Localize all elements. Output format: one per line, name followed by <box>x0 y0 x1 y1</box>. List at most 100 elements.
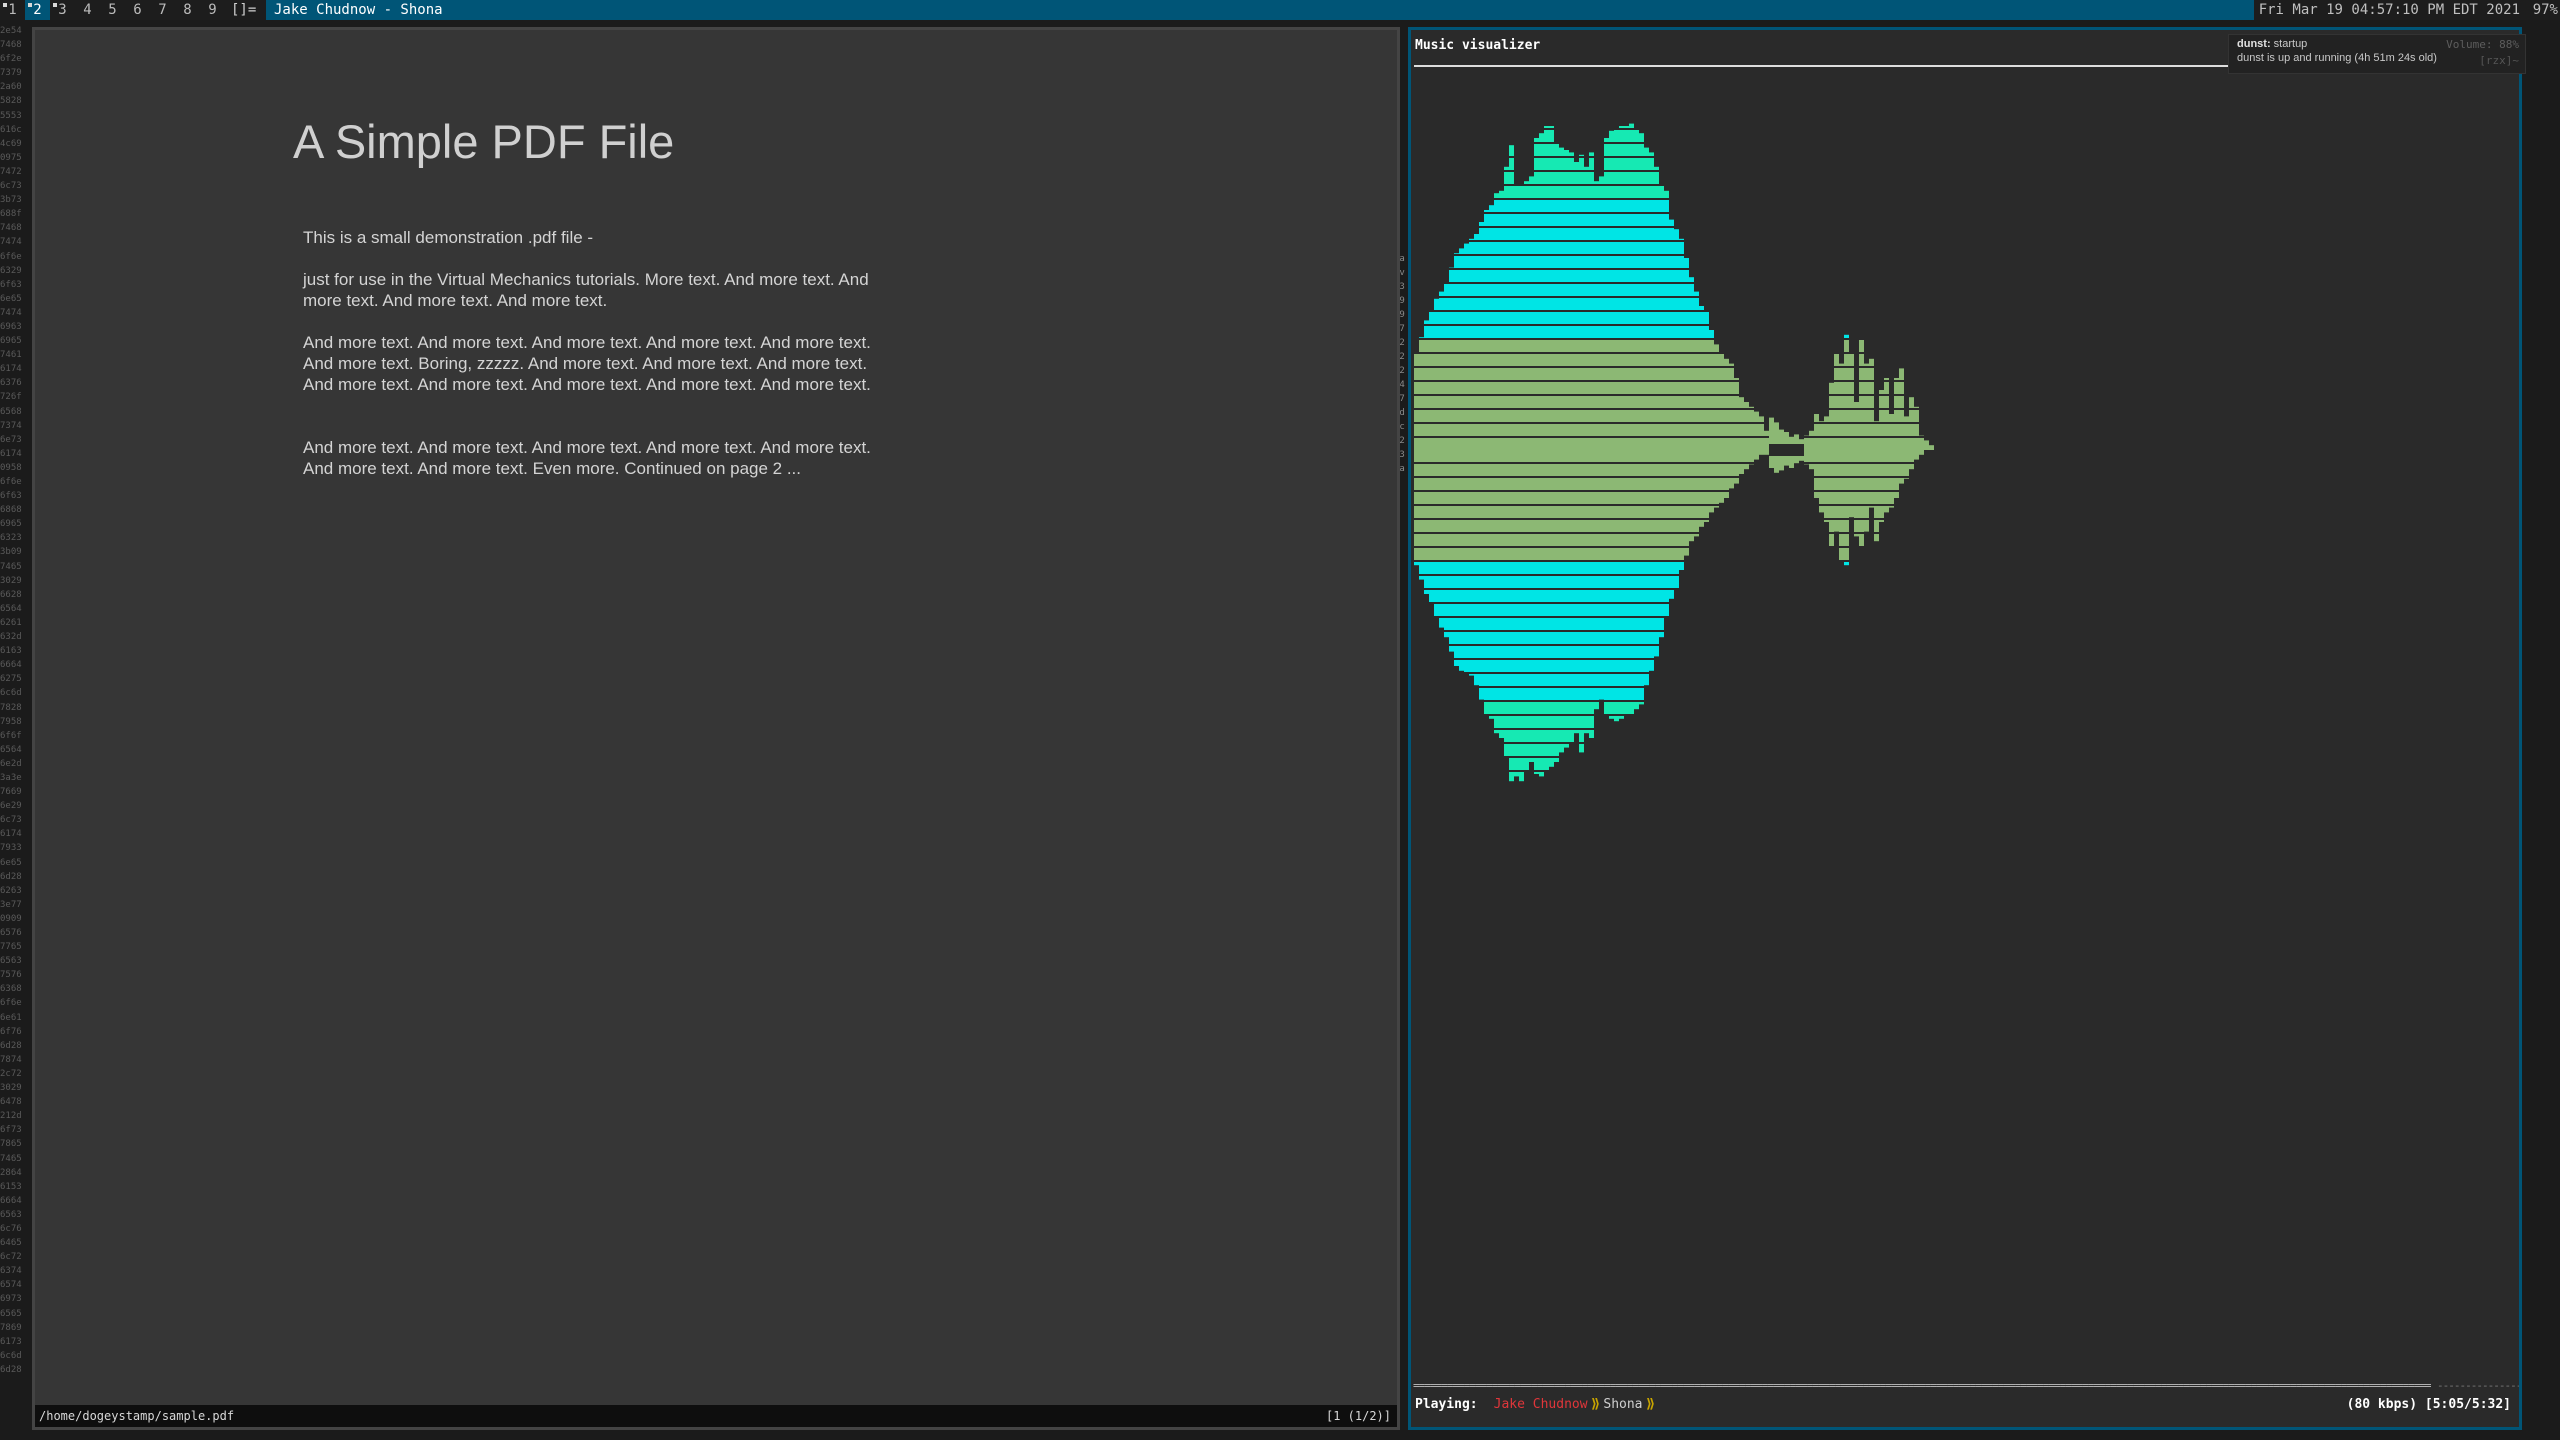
spectrum-bar <box>1624 298 1629 310</box>
tag-6[interactable]: 6 <box>125 0 150 20</box>
spectrum-bar <box>1644 410 1649 422</box>
spectrum-bar <box>1644 186 1649 198</box>
spectrum-bar <box>1539 312 1544 324</box>
spectrum-bar <box>1624 632 1629 644</box>
spectrum-bar <box>1519 716 1524 728</box>
spectrum-bar <box>1554 450 1559 462</box>
spectrum-bar <box>1669 382 1674 394</box>
spectrum-bar <box>1609 410 1614 422</box>
spectrum-bar <box>1699 340 1704 352</box>
spectrum-bar <box>1564 548 1569 560</box>
spectrum-bar <box>1894 478 1899 490</box>
spectrum-bar <box>1509 478 1514 490</box>
tag-1[interactable]: 1 <box>0 0 25 20</box>
spectrum-bar <box>1494 646 1499 658</box>
spectrum-bar <box>1484 312 1489 324</box>
spectrum-bar <box>1564 534 1569 546</box>
spectrum-bar <box>1654 492 1659 504</box>
spectrum-bar <box>1449 298 1454 310</box>
tag-2[interactable]: 2 <box>25 0 50 20</box>
spectrum-bar <box>1599 340 1604 352</box>
spectrum-bar <box>1614 688 1619 700</box>
spectrum-bar <box>1579 716 1584 728</box>
spectrum-bar <box>1554 730 1559 742</box>
spectrum-bar <box>1674 534 1679 546</box>
spectrum-bar <box>1579 450 1584 462</box>
spectrum-bar <box>1529 382 1534 394</box>
spectrum-bar <box>1704 520 1709 522</box>
playing-label: Playing: <box>1415 1397 1478 1412</box>
spectrum-bar <box>1849 368 1854 380</box>
spectrum-bar <box>1414 534 1419 546</box>
spectrum-bar <box>1599 228 1604 240</box>
spectrum-bar <box>1499 576 1504 588</box>
spectrum-bar <box>1629 172 1634 184</box>
notification-popup[interactable]: dunst: startup dunst is up and running (… <box>2228 34 2526 74</box>
spectrum-bar <box>1459 284 1464 296</box>
spectrum-bar <box>1679 270 1684 282</box>
spectrum-bar <box>1464 410 1469 422</box>
spectrum-bar <box>1524 354 1529 366</box>
spectrum-bar <box>1649 632 1654 644</box>
spectrum-bar <box>1869 450 1874 462</box>
spectrum-bar <box>1434 590 1439 602</box>
spectrum-bar <box>1429 492 1434 504</box>
spectrum-bar <box>1529 646 1534 658</box>
spectrum-bar <box>1669 478 1674 490</box>
tag-5[interactable]: 5 <box>100 0 125 20</box>
spectrum-bar <box>1519 618 1524 630</box>
hex-line: 6965 <box>0 336 22 347</box>
playback-progress-bar[interactable]: ========================================… <box>1413 1381 2519 1391</box>
tag-9[interactable]: 9 <box>200 0 225 20</box>
spectrum-bar <box>1539 228 1544 240</box>
spectrum-bar <box>1604 228 1609 240</box>
hex-line: 3b09 <box>0 547 22 558</box>
spectrum-bar <box>1709 368 1714 380</box>
pdf-paragraph: And more text. And more text. And more t… <box>303 438 871 478</box>
spectrum-bar <box>1504 632 1509 644</box>
spectrum-bar <box>1589 618 1594 630</box>
tag-3[interactable]: 3 <box>50 0 75 20</box>
spectrum-bar <box>1484 396 1489 408</box>
pdf-paragraph: This is a small demonstration .pdf file … <box>303 228 594 247</box>
spectrum-bar <box>1634 534 1639 546</box>
spectrum-bar <box>1614 562 1619 574</box>
spectrum-bar <box>1514 646 1519 658</box>
spectrum-bar <box>1594 576 1599 588</box>
spectrum-bar <box>1894 464 1899 476</box>
spectrum-bar <box>1664 312 1669 324</box>
spectrum-bar <box>1634 604 1639 616</box>
spectrum-bar <box>1559 520 1564 532</box>
spectrum-bar <box>1604 492 1609 504</box>
layout-indicator[interactable]: []= <box>225 0 266 20</box>
spectrum-bar <box>1589 256 1594 268</box>
spectrum-bar <box>1549 326 1554 338</box>
spectrum-bar <box>1454 256 1459 268</box>
spectrum-bar <box>1569 152 1574 156</box>
spectrum-bar <box>1559 674 1564 686</box>
tag-4[interactable]: 4 <box>75 0 100 20</box>
track-title: Shona <box>1603 1397 1643 1412</box>
spectrum-bar <box>1599 478 1604 490</box>
spectrum-bar <box>1444 382 1449 394</box>
spectrum-bar <box>1639 270 1644 282</box>
spectrum-bar <box>1499 396 1504 408</box>
spectrum-bar <box>1589 604 1594 616</box>
spectrum-bar <box>1734 396 1739 408</box>
tag-7[interactable]: 7 <box>150 0 175 20</box>
spectrum-bar <box>1689 478 1694 490</box>
spectrum-bar <box>1669 270 1674 282</box>
hex-line: 6574 <box>0 1280 22 1291</box>
spectrum-bar <box>1899 382 1904 394</box>
spectrum-bar <box>1604 242 1609 254</box>
spectrum-bar <box>1474 618 1479 630</box>
spectrum-bar <box>1469 646 1474 658</box>
spectrum-bar <box>1869 382 1874 394</box>
spectrum-bar <box>1719 424 1724 436</box>
hex-line: 2c72 <box>0 1068 22 1079</box>
pdf-viewer-window[interactable]: A Simple PDF File This is a small demons… <box>32 27 1400 1430</box>
tag-8[interactable]: 8 <box>175 0 200 20</box>
music-visualizer-window[interactable]: Music visualizer =======================… <box>1408 27 2522 1430</box>
spectrum-bar <box>1454 368 1459 380</box>
spectrum-bar <box>1649 534 1654 546</box>
